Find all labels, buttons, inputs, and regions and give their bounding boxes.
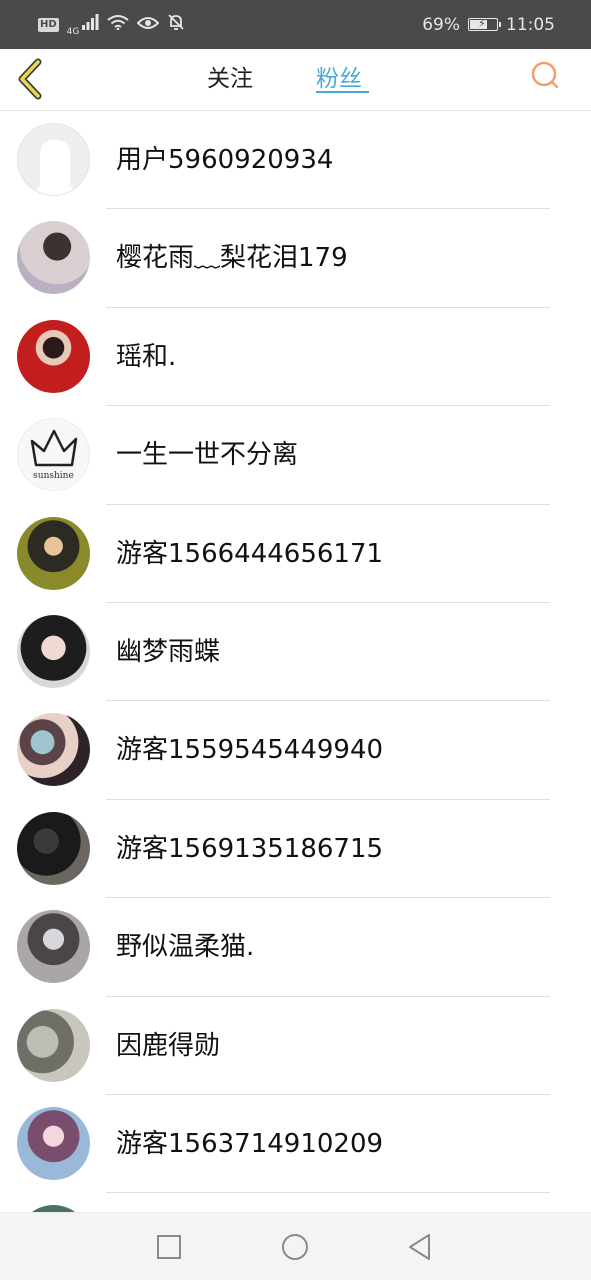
home-button[interactable] bbox=[280, 1232, 310, 1262]
charging-icon: ⚡ bbox=[478, 17, 486, 30]
fan-row[interactable]: 游客1563714910209 bbox=[0, 1095, 591, 1194]
avatar bbox=[17, 713, 90, 787]
fan-name: 游客1569135186715 bbox=[116, 833, 384, 864]
fan-name: 游客1566444656171 bbox=[116, 538, 384, 569]
fan-row[interactable]: 幽梦雨蝶 bbox=[0, 603, 591, 702]
battery-icon: ⚡ bbox=[468, 17, 501, 31]
eye-icon bbox=[136, 15, 160, 35]
fan-name: 用户5960920934 bbox=[116, 145, 334, 175]
fan-row[interactable]: sunshine 一生一世不分离 bbox=[0, 406, 591, 505]
status-bar: HD 4G 69% ⚡ 11:05 bbox=[0, 0, 591, 49]
fan-name: 野似温柔猫. bbox=[116, 932, 255, 963]
tab-fans[interactable]: 粉丝 bbox=[316, 59, 362, 93]
status-bar-right: 69% ⚡ 11:05 bbox=[422, 15, 555, 35]
avatar bbox=[17, 1008, 90, 1082]
mute-bell-icon bbox=[167, 13, 185, 36]
system-nav-bar bbox=[0, 1212, 591, 1280]
fan-name: 因鹿得勋 bbox=[116, 1030, 221, 1061]
crown-avatar: sunshine bbox=[17, 418, 90, 492]
fan-row[interactable]: 游客1559545449940 bbox=[0, 701, 591, 800]
fan-row[interactable]: 野似温柔猫. bbox=[0, 898, 591, 997]
avatar bbox=[17, 221, 90, 295]
battery-percent: 69% bbox=[422, 14, 460, 35]
fan-row[interactable]: 樱花雨﹏梨花泪179 bbox=[0, 209, 591, 308]
avatar bbox=[17, 516, 90, 590]
active-tab-indicator bbox=[316, 91, 369, 93]
top-nav: 关注 粉丝 bbox=[0, 49, 591, 111]
avatar bbox=[17, 811, 90, 885]
hd-icon: HD bbox=[38, 17, 59, 32]
avatar bbox=[17, 1106, 90, 1180]
recent-apps-icon bbox=[157, 1235, 181, 1259]
search-icon bbox=[531, 61, 559, 89]
network-type: 4G bbox=[66, 26, 80, 37]
fan-row[interactable]: 用户5960920934 bbox=[0, 111, 591, 210]
fan-name: 幽梦雨蝶 bbox=[116, 636, 221, 667]
screen: HD 4G 69% ⚡ 11:05 关注 粉丝 用户5960920934 樱花雨… bbox=[0, 0, 591, 1280]
back-icon bbox=[409, 1234, 430, 1260]
fan-name: 一生一世不分离 bbox=[116, 440, 299, 471]
default-avatar-icon bbox=[17, 123, 90, 196]
back-nav-button[interactable] bbox=[405, 1232, 435, 1262]
back-button[interactable] bbox=[14, 57, 48, 101]
avatar bbox=[17, 319, 90, 393]
search-button[interactable] bbox=[528, 59, 562, 93]
fan-name: 游客1563714910209 bbox=[116, 1128, 384, 1159]
avatar bbox=[17, 910, 90, 984]
fan-name: 樱花雨﹏梨花泪179 bbox=[116, 243, 348, 274]
home-icon bbox=[282, 1234, 308, 1260]
avatar-text: sunshine bbox=[33, 471, 74, 482]
fan-row[interactable]: 游客1569135186715 bbox=[0, 800, 591, 899]
tab-following[interactable]: 关注 bbox=[207, 59, 253, 93]
signal-icon bbox=[81, 14, 99, 35]
fan-name: 游客1559545449940 bbox=[116, 735, 384, 766]
fan-row[interactable]: 游客1566444656171 bbox=[0, 505, 591, 603]
chevron-left-icon bbox=[18, 58, 42, 100]
fans-list: 用户5960920934 樱花雨﹏梨花泪179 瑶和. sunshine 一生一… bbox=[0, 111, 591, 1280]
fan-row[interactable]: 瑶和. bbox=[0, 308, 591, 407]
avatar bbox=[17, 614, 90, 688]
fan-name: 瑶和. bbox=[116, 341, 177, 372]
status-bar-left: HD 4G bbox=[38, 13, 185, 37]
recent-apps-button[interactable] bbox=[154, 1232, 184, 1262]
wifi-icon bbox=[107, 14, 129, 35]
fan-row[interactable]: 因鹿得勋 bbox=[0, 997, 591, 1095]
clock: 11:05 bbox=[506, 14, 555, 35]
